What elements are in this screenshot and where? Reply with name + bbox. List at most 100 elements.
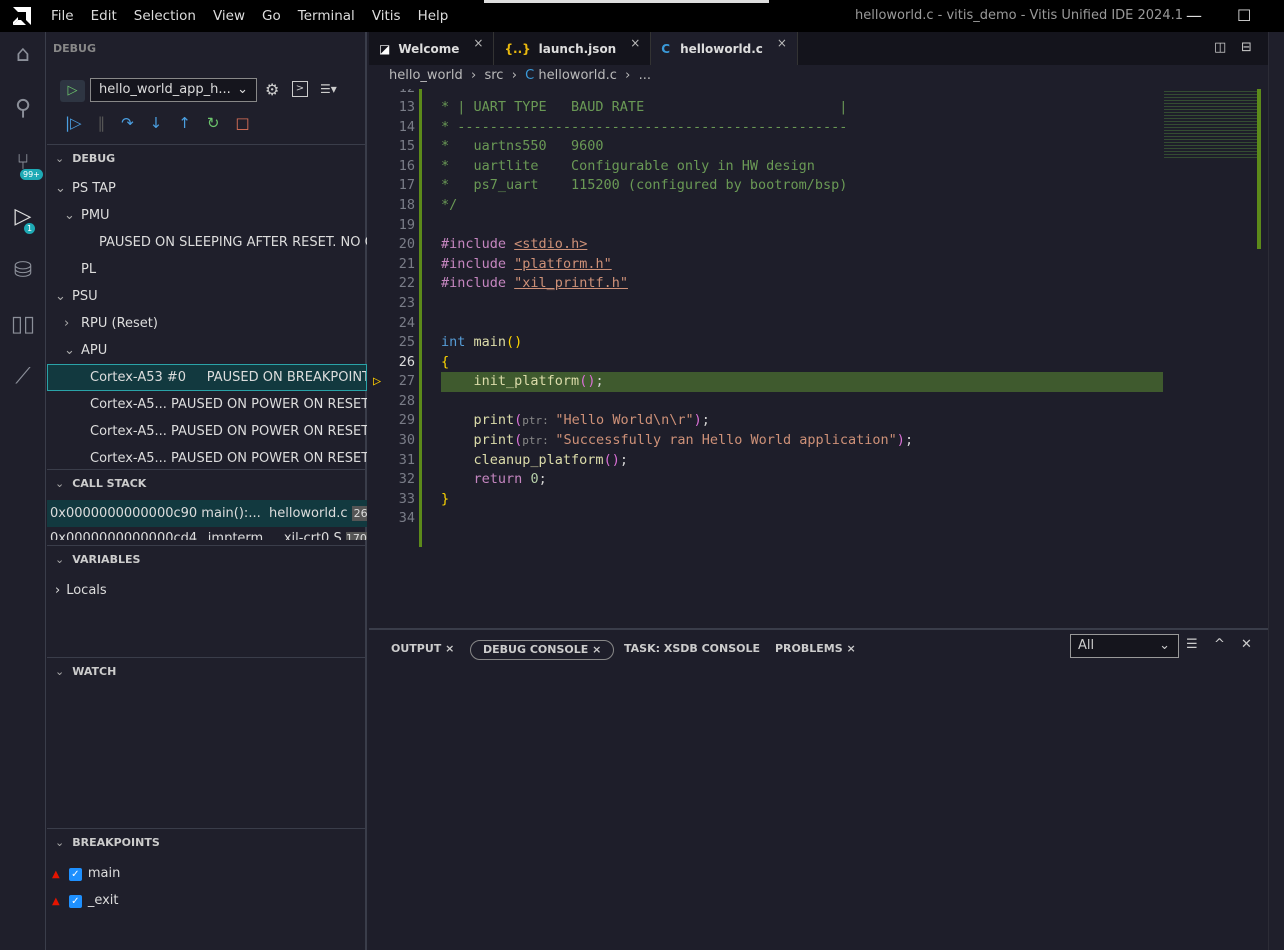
current-line-number: 26: [398, 354, 415, 370]
c-file-icon: C: [525, 68, 535, 83]
debug-tree-item[interactable]: ⌄ PMU: [47, 202, 367, 229]
maximize-button[interactable]: ☐: [1237, 6, 1251, 25]
debug-section-header[interactable]: ⌄ DEBUG: [47, 144, 367, 172]
json-icon: {..}: [504, 41, 531, 56]
step-out-icon[interactable]: ↑: [178, 114, 191, 132]
section-title: WATCH: [72, 665, 117, 678]
tab-welcome[interactable]: ◪ Welcome ×: [369, 32, 495, 65]
clear-console-icon[interactable]: ☰: [1186, 637, 1198, 652]
crumb[interactable]: ...: [639, 68, 651, 83]
tab-label: OUTPUT: [391, 642, 442, 655]
filter-select[interactable]: All ⌄: [1070, 634, 1179, 658]
crumb[interactable]: src: [484, 68, 503, 83]
menu-view[interactable]: View: [213, 8, 245, 24]
debug-tree-item[interactable]: PL: [47, 256, 367, 283]
tree-item-label: PSU: [72, 289, 98, 304]
menu-edit[interactable]: Edit: [91, 8, 117, 24]
extensions-icon[interactable]: ⛁: [10, 258, 36, 284]
variables-header[interactable]: ⌄ VARIABLES: [47, 545, 367, 573]
close-icon[interactable]: ×: [630, 36, 640, 50]
menu-go[interactable]: Go: [262, 8, 281, 24]
debug-badge: 1: [24, 223, 36, 234]
breakpoint-item[interactable]: ▲ ✓ main: [47, 860, 367, 887]
minimize-button[interactable]: —: [1186, 6, 1202, 25]
frame-address: 0x0000000000000cd4 _impterm...: [50, 531, 276, 540]
variables-locals[interactable]: › Locals: [47, 577, 367, 604]
gear-icon[interactable]: ⚙: [265, 80, 279, 99]
analytics-icon[interactable]: ⟋: [10, 364, 36, 390]
command-center[interactable]: [484, 0, 769, 3]
step-over-icon[interactable]: ↷: [121, 114, 134, 132]
launch-config-select[interactable]: hello_world_app_h... ⌄: [90, 78, 257, 102]
stop-icon[interactable]: □: [235, 114, 249, 132]
tab-xsdb-console[interactable]: TASK: XSDB CONSOLE: [624, 640, 760, 660]
minimap[interactable]: [1164, 89, 1259, 159]
breakpoint-item[interactable]: ▲ ✓ _exit: [47, 887, 367, 914]
menu-help[interactable]: Help: [418, 8, 449, 24]
call-stack-frame[interactable]: 0x0000000000000cd4 _impterm... xil-crt0.…: [47, 527, 367, 540]
checkbox[interactable]: ✓: [68, 895, 82, 908]
tab-output[interactable]: OUTPUT ×: [391, 640, 454, 660]
debug-sidebar: DEBUG ▷ hello_world_app_h... ⌄ ⚙ > ☰▾ |▷ …: [47, 32, 367, 950]
debug-tree-item[interactable]: › RPU (Reset): [47, 310, 367, 337]
terminal-icon[interactable]: >: [292, 81, 308, 97]
start-debug-button[interactable]: ▷: [60, 80, 85, 102]
tab-helloworld-c[interactable]: Chelloworld.c ×: [651, 32, 798, 65]
debug-tree-item[interactable]: Cortex-A5... PAUSED ON POWER ON RESET: [47, 445, 367, 472]
tab-debug-console[interactable]: DEBUG CONSOLE ×: [470, 640, 615, 660]
restart-icon[interactable]: ↻: [207, 114, 220, 132]
menubar: File Edit Selection View Go Terminal Vit…: [0, 0, 1284, 32]
search-icon[interactable]: ⚲: [10, 96, 36, 122]
debug-tree-item[interactable]: Cortex-A5... PAUSED ON POWER ON RESET: [47, 418, 367, 445]
chevron-down-icon: ⌄: [1159, 638, 1170, 653]
call-stack-header[interactable]: ⌄ CALL STACK: [47, 469, 367, 497]
menu-file[interactable]: File: [51, 8, 74, 24]
tab-label: Welcome: [398, 41, 460, 56]
breakpoint-icon: ▲: [52, 896, 60, 907]
debug-tree-item[interactable]: ⌄ APU: [47, 337, 367, 364]
tree-item-label: Cortex-A53 #0 PAUSED ON BREAKPOINT: [90, 370, 367, 385]
checkbox[interactable]: ✓: [68, 868, 82, 881]
frame-position: 170:0: [345, 532, 367, 540]
menu-vitis[interactable]: Vitis: [372, 8, 401, 24]
menu-terminal[interactable]: Terminal: [298, 8, 355, 24]
continue-icon[interactable]: |▷: [65, 114, 82, 132]
watch-header[interactable]: ⌄ WATCH: [47, 657, 367, 685]
close-icon[interactable]: ×: [473, 36, 483, 50]
close-icon[interactable]: ×: [592, 643, 601, 656]
close-icon[interactable]: ×: [847, 642, 856, 655]
split-editor-icon[interactable]: ◫: [1214, 40, 1226, 55]
close-icon[interactable]: ×: [777, 36, 787, 50]
call-stack-frame[interactable]: 0x0000000000000c90 main():... helloworld…: [47, 500, 367, 527]
debug-tree-item[interactable]: Cortex-A53 #0 PAUSED ON BREAKPOINT: [47, 364, 367, 391]
close-panel-icon[interactable]: ✕: [1241, 637, 1252, 652]
debug-tree-item[interactable]: ⌄ PSU: [47, 283, 367, 310]
debug-tree-item[interactable]: ⌄ PS TAP: [47, 175, 367, 202]
tab-problems[interactable]: PROBLEMS ×: [775, 640, 856, 660]
pause-icon[interactable]: ‖: [98, 114, 106, 132]
debug-tree-item[interactable]: Cortex-A5... PAUSED ON POWER ON RESET: [47, 391, 367, 418]
maximize-panel-icon[interactable]: ^: [1214, 637, 1225, 652]
menu-selection[interactable]: Selection: [134, 8, 196, 24]
crumb[interactable]: helloworld.c: [538, 68, 617, 83]
book-icon[interactable]: ▯▯: [10, 312, 36, 338]
close-icon[interactable]: ×: [445, 642, 454, 655]
right-scrollbar[interactable]: [1268, 32, 1284, 950]
frame-address: 0x0000000000000c90 main():...: [50, 506, 261, 521]
frame-position: 26:1: [351, 506, 367, 521]
code-area[interactable]: ▷ 12 13* | UART TYPE BAUD RATE | 14* ---…: [369, 89, 1268, 628]
tab-launch-json[interactable]: {..} launch.json ×: [494, 32, 652, 65]
breakpoint-icon: ▲: [52, 869, 60, 880]
tree-item-label: RPU (Reset): [81, 316, 158, 331]
debug-tree-item[interactable]: PAUSED ON SLEEPING AFTER RESET. NO CLOCK: [47, 229, 367, 256]
more-actions-icon[interactable]: ☰▾: [320, 82, 337, 96]
amd-icon: ◪: [379, 41, 391, 56]
tree-item-label: Cortex-A5... PAUSED ON POWER ON RESET: [90, 424, 367, 439]
layout-icon[interactable]: ⊟: [1241, 40, 1252, 55]
home-icon[interactable]: ⌂: [10, 42, 36, 68]
crumb[interactable]: hello_world: [389, 68, 463, 83]
breakpoints-header[interactable]: ⌄ BREAKPOINTS: [47, 828, 367, 856]
chevron-down-icon: ⌄: [237, 82, 248, 97]
step-into-icon[interactable]: ↓: [150, 114, 163, 132]
chevron-icon: ›: [64, 316, 70, 331]
